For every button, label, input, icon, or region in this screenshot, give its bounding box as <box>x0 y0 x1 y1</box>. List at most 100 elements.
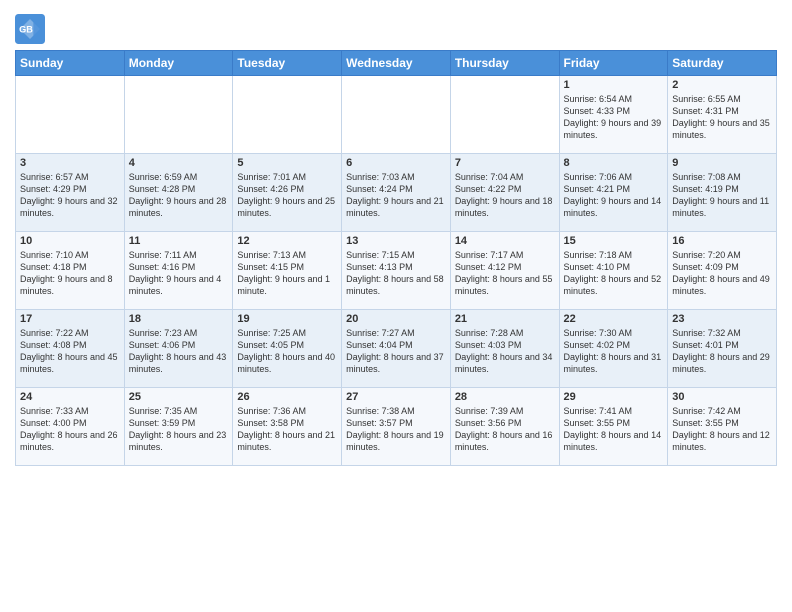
day-number: 13 <box>346 235 446 247</box>
calendar-cell: 19 Sunrise: 7:25 AM Sunset: 4:05 PM Dayli… <box>233 310 342 388</box>
day-number: 28 <box>455 391 555 403</box>
day-number: 6 <box>346 157 446 169</box>
calendar-cell: 6 Sunrise: 7:03 AM Sunset: 4:24 PM Daylig… <box>342 154 451 232</box>
calendar-cell: 1Sunrise: 6:54 AM Sunset: 4:33 PM Daylig… <box>559 76 668 154</box>
day-info: Sunrise: 7:41 AM Sunset: 3:55 PM Dayligh… <box>564 405 664 454</box>
day-number: 17 <box>20 313 120 325</box>
calendar-cell: 10Sunrise: 7:10 AM Sunset: 4:18 PM Dayli… <box>16 232 125 310</box>
calendar-cell: 20 Sunrise: 7:27 AM Sunset: 4:04 PM Dayli… <box>342 310 451 388</box>
day-number: 5 <box>237 157 337 169</box>
calendar-cell: 21 Sunrise: 7:28 AM Sunset: 4:03 PM Dayli… <box>450 310 559 388</box>
calendar-cell: 22 Sunrise: 7:30 AM Sunset: 4:02 PM Dayli… <box>559 310 668 388</box>
calendar-cell: 24 Sunrise: 7:33 AM Sunset: 4:00 PM Dayli… <box>16 388 125 466</box>
column-header-saturday: Saturday <box>668 51 777 76</box>
calendar-cell <box>16 76 125 154</box>
day-number: 7 <box>455 157 555 169</box>
day-number: 24 <box>20 391 120 403</box>
day-info: Sunrise: 7:42 AM Sunset: 3:55 PM Dayligh… <box>672 405 772 454</box>
day-number: 14 <box>455 235 555 247</box>
day-number: 22 <box>564 313 664 325</box>
day-info: Sunrise: 7:20 AM Sunset: 4:09 PM Dayligh… <box>672 249 772 298</box>
week-row-5: 24 Sunrise: 7:33 AM Sunset: 4:00 PM Dayli… <box>16 388 777 466</box>
header: GB <box>15 10 777 44</box>
day-number: 8 <box>564 157 664 169</box>
day-number: 20 <box>346 313 446 325</box>
day-number: 21 <box>455 313 555 325</box>
day-info: Sunrise: 7:32 AM Sunset: 4:01 PM Dayligh… <box>672 327 772 376</box>
day-info: Sunrise: 7:33 AM Sunset: 4:00 PM Dayligh… <box>20 405 120 454</box>
day-info: Sunrise: 7:17 AM Sunset: 4:12 PM Dayligh… <box>455 249 555 298</box>
calendar-cell: 27Sunrise: 7:38 AM Sunset: 3:57 PM Dayli… <box>342 388 451 466</box>
day-info: Sunrise: 7:27 AM Sunset: 4:04 PM Dayligh… <box>346 327 446 376</box>
calendar-cell: 3 Sunrise: 6:57 AM Sunset: 4:29 PM Daylig… <box>16 154 125 232</box>
day-info: Sunrise: 7:38 AM Sunset: 3:57 PM Dayligh… <box>346 405 446 454</box>
calendar-cell: 16 Sunrise: 7:20 AM Sunset: 4:09 PM Dayli… <box>668 232 777 310</box>
calendar-cell <box>450 76 559 154</box>
day-number: 25 <box>129 391 229 403</box>
day-info: Sunrise: 7:03 AM Sunset: 4:24 PM Dayligh… <box>346 171 446 220</box>
column-header-sunday: Sunday <box>16 51 125 76</box>
day-info: Sunrise: 6:55 AM Sunset: 4:31 PM Dayligh… <box>672 93 772 142</box>
column-header-thursday: Thursday <box>450 51 559 76</box>
column-header-tuesday: Tuesday <box>233 51 342 76</box>
calendar-cell: 26 Sunrise: 7:36 AM Sunset: 3:58 PM Dayli… <box>233 388 342 466</box>
day-info: Sunrise: 7:30 AM Sunset: 4:02 PM Dayligh… <box>564 327 664 376</box>
calendar-cell: 25 Sunrise: 7:35 AM Sunset: 3:59 PM Dayli… <box>124 388 233 466</box>
week-row-3: 10Sunrise: 7:10 AM Sunset: 4:18 PM Dayli… <box>16 232 777 310</box>
day-info: Sunrise: 7:39 AM Sunset: 3:56 PM Dayligh… <box>455 405 555 454</box>
calendar-cell: 17 Sunrise: 7:22 AM Sunset: 4:08 PM Dayli… <box>16 310 125 388</box>
calendar-cell: 23Sunrise: 7:32 AM Sunset: 4:01 PM Dayli… <box>668 310 777 388</box>
column-header-friday: Friday <box>559 51 668 76</box>
calendar-cell <box>233 76 342 154</box>
day-info: Sunrise: 7:13 AM Sunset: 4:15 PM Dayligh… <box>237 249 337 298</box>
day-info: Sunrise: 7:25 AM Sunset: 4:05 PM Dayligh… <box>237 327 337 376</box>
day-info: Sunrise: 7:01 AM Sunset: 4:26 PM Dayligh… <box>237 171 337 220</box>
logo: GB <box>15 14 49 44</box>
day-info: Sunrise: 7:28 AM Sunset: 4:03 PM Dayligh… <box>455 327 555 376</box>
day-info: Sunrise: 7:23 AM Sunset: 4:06 PM Dayligh… <box>129 327 229 376</box>
day-number: 1 <box>564 79 664 91</box>
logo-icon: GB <box>15 14 45 44</box>
calendar-cell: 4 Sunrise: 6:59 AM Sunset: 4:28 PM Daylig… <box>124 154 233 232</box>
day-info: Sunrise: 7:11 AM Sunset: 4:16 PM Dayligh… <box>129 249 229 298</box>
week-row-2: 3 Sunrise: 6:57 AM Sunset: 4:29 PM Daylig… <box>16 154 777 232</box>
calendar-cell: 14 Sunrise: 7:17 AM Sunset: 4:12 PM Dayli… <box>450 232 559 310</box>
calendar-cell: 13 Sunrise: 7:15 AM Sunset: 4:13 PM Dayli… <box>342 232 451 310</box>
calendar-cell: 30 Sunrise: 7:42 AM Sunset: 3:55 PM Dayli… <box>668 388 777 466</box>
day-info: Sunrise: 7:22 AM Sunset: 4:08 PM Dayligh… <box>20 327 120 376</box>
calendar-table: SundayMondayTuesdayWednesdayThursdayFrid… <box>15 50 777 466</box>
day-info: Sunrise: 7:04 AM Sunset: 4:22 PM Dayligh… <box>455 171 555 220</box>
day-number: 4 <box>129 157 229 169</box>
day-number: 12 <box>237 235 337 247</box>
calendar-cell: 28 Sunrise: 7:39 AM Sunset: 3:56 PM Dayli… <box>450 388 559 466</box>
calendar-cell: 2Sunrise: 6:55 AM Sunset: 4:31 PM Daylig… <box>668 76 777 154</box>
column-header-wednesday: Wednesday <box>342 51 451 76</box>
day-number: 30 <box>672 391 772 403</box>
day-info: Sunrise: 7:15 AM Sunset: 4:13 PM Dayligh… <box>346 249 446 298</box>
calendar-cell: 15 Sunrise: 7:18 AM Sunset: 4:10 PM Dayli… <box>559 232 668 310</box>
day-info: Sunrise: 6:57 AM Sunset: 4:29 PM Dayligh… <box>20 171 120 220</box>
day-info: Sunrise: 7:10 AM Sunset: 4:18 PM Dayligh… <box>20 249 120 298</box>
week-row-4: 17 Sunrise: 7:22 AM Sunset: 4:08 PM Dayli… <box>16 310 777 388</box>
day-number: 11 <box>129 235 229 247</box>
calendar-cell: 5 Sunrise: 7:01 AM Sunset: 4:26 PM Daylig… <box>233 154 342 232</box>
day-info: Sunrise: 7:08 AM Sunset: 4:19 PM Dayligh… <box>672 171 772 220</box>
day-info: Sunrise: 7:18 AM Sunset: 4:10 PM Dayligh… <box>564 249 664 298</box>
calendar-cell: 29 Sunrise: 7:41 AM Sunset: 3:55 PM Dayli… <box>559 388 668 466</box>
day-number: 16 <box>672 235 772 247</box>
calendar-cell: 12 Sunrise: 7:13 AM Sunset: 4:15 PM Dayli… <box>233 232 342 310</box>
week-row-1: 1Sunrise: 6:54 AM Sunset: 4:33 PM Daylig… <box>16 76 777 154</box>
day-number: 29 <box>564 391 664 403</box>
day-number: 15 <box>564 235 664 247</box>
calendar-cell: 9Sunrise: 7:08 AM Sunset: 4:19 PM Daylig… <box>668 154 777 232</box>
calendar-cell: 8 Sunrise: 7:06 AM Sunset: 4:21 PM Daylig… <box>559 154 668 232</box>
day-number: 3 <box>20 157 120 169</box>
column-header-monday: Monday <box>124 51 233 76</box>
day-number: 26 <box>237 391 337 403</box>
day-info: Sunrise: 7:36 AM Sunset: 3:58 PM Dayligh… <box>237 405 337 454</box>
day-info: Sunrise: 7:35 AM Sunset: 3:59 PM Dayligh… <box>129 405 229 454</box>
day-info: Sunrise: 6:59 AM Sunset: 4:28 PM Dayligh… <box>129 171 229 220</box>
day-number: 19 <box>237 313 337 325</box>
calendar-cell: 18Sunrise: 7:23 AM Sunset: 4:06 PM Dayli… <box>124 310 233 388</box>
day-info: Sunrise: 7:06 AM Sunset: 4:21 PM Dayligh… <box>564 171 664 220</box>
